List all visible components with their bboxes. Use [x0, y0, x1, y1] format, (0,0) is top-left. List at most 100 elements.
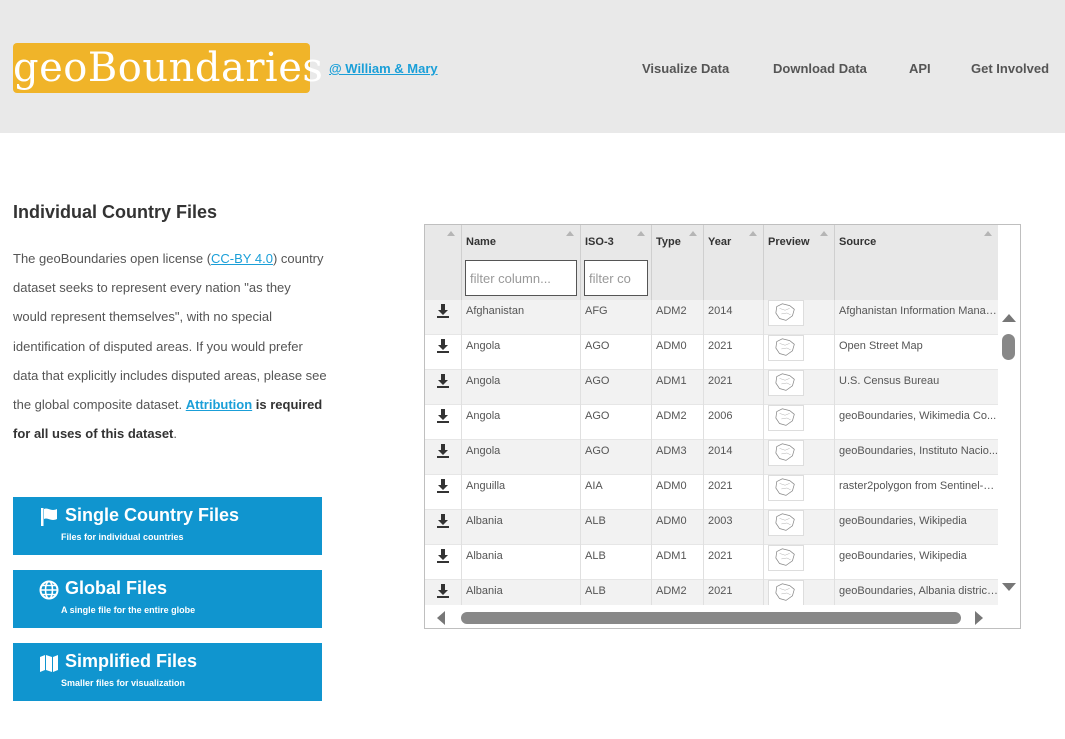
- horizontal-scroll-thumb[interactable]: [461, 612, 961, 624]
- cell-year: 2021: [704, 580, 764, 605]
- cell-source: U.S. Census Bureau: [839, 375, 940, 387]
- preview-thumbnail[interactable]: [768, 335, 804, 361]
- country-files-table: Name ISO-3 Type Year Preview Source Afgh…: [424, 224, 1021, 629]
- scroll-up-icon[interactable]: [1002, 314, 1016, 322]
- header-download-column[interactable]: [425, 225, 462, 300]
- download-icon[interactable]: [437, 584, 449, 598]
- cell-name: Angola: [462, 405, 581, 440]
- preview-cell: [764, 475, 835, 510]
- header-source-label: Source: [839, 236, 877, 248]
- download-cell: [425, 545, 462, 580]
- cell-name: Afghanistan: [462, 300, 581, 335]
- preview-thumbnail[interactable]: [768, 510, 804, 536]
- table-body: Afghanistan AFG ADM2 2014 Afghanistan Inform…: [425, 300, 998, 605]
- flag-icon: [41, 508, 57, 526]
- preview-cell: [764, 335, 835, 370]
- cell-year: 2006: [704, 405, 764, 440]
- site-logo[interactable]: geoBoundaries: [13, 43, 323, 93]
- horizontal-scrollbar[interactable]: [425, 605, 1020, 628]
- cell-source: raster2polygon from Sentinel-2...: [839, 480, 998, 492]
- sort-icon: [689, 231, 697, 236]
- preview-cell: [764, 300, 835, 335]
- license-link[interactable]: CC-BY 4.0: [211, 251, 273, 266]
- cell-iso: ALB: [581, 510, 652, 545]
- cell-year: 2014: [704, 440, 764, 475]
- cell-name: Albania: [462, 580, 581, 605]
- download-icon[interactable]: [437, 514, 449, 528]
- cell-year: 2021: [704, 370, 764, 405]
- william-mary-link[interactable]: @ William & Mary: [329, 61, 438, 76]
- attribution-link[interactable]: Attribution: [186, 397, 252, 412]
- header-preview[interactable]: Preview: [764, 225, 835, 300]
- header-type[interactable]: Type: [652, 225, 704, 300]
- name-filter-input[interactable]: [465, 260, 577, 296]
- preview-thumbnail[interactable]: [768, 545, 804, 571]
- button-subtitle: Files for individual countries: [61, 532, 184, 542]
- scroll-down-icon[interactable]: [1002, 583, 1016, 591]
- cell-year: 2014: [704, 300, 764, 335]
- cell-iso: AGO: [581, 440, 652, 475]
- cell-name: Angola: [462, 335, 581, 370]
- table-row: Albania ALB ADM1 2021 geoBoundaries, Wikiped…: [425, 545, 998, 580]
- scroll-right-icon[interactable]: [975, 611, 983, 625]
- scroll-left-icon[interactable]: [437, 611, 445, 625]
- header-preview-label: Preview: [768, 236, 810, 248]
- header-type-label: Type: [656, 236, 681, 248]
- table-header: Name ISO-3 Type Year Preview Source: [425, 225, 998, 300]
- download-icon[interactable]: [437, 549, 449, 563]
- nav-download-data[interactable]: Download Data: [773, 61, 867, 76]
- cell-type: ADM2: [652, 580, 704, 605]
- iso3-filter-input[interactable]: [584, 260, 648, 296]
- page-title: Individual Country Files: [13, 202, 218, 222]
- preview-thumbnail[interactable]: [768, 405, 804, 431]
- download-icon[interactable]: [437, 339, 449, 353]
- cell-source: geoBoundaries, Albania district...: [839, 585, 998, 597]
- header-source[interactable]: Source: [835, 225, 998, 300]
- nav-get-involved[interactable]: Get Involved: [971, 61, 1049, 76]
- nav-visualize-data[interactable]: Visualize Data: [642, 61, 729, 76]
- dataset-description: The geoBoundaries open license (CC-BY 4.…: [13, 244, 328, 448]
- cell-type: ADM2: [652, 405, 704, 440]
- button-subtitle: Smaller files for visualization: [61, 678, 186, 688]
- download-icon[interactable]: [437, 444, 449, 458]
- sort-icon: [749, 231, 757, 236]
- vertical-scroll-thumb[interactable]: [1002, 334, 1015, 360]
- preview-thumbnail[interactable]: [768, 370, 804, 396]
- header-iso3-label: ISO-3: [585, 236, 614, 248]
- nav-api[interactable]: API: [909, 61, 931, 76]
- download-icon[interactable]: [437, 374, 449, 388]
- header-iso3[interactable]: ISO-3: [581, 225, 652, 300]
- cell-name: Angola: [462, 370, 581, 405]
- cell-name: Angola: [462, 440, 581, 475]
- cell-year: 2021: [704, 335, 764, 370]
- header-year[interactable]: Year: [704, 225, 764, 300]
- cell-type: ADM1: [652, 370, 704, 405]
- simplified-files-button[interactable]: Simplified Files Smaller files for visua…: [13, 643, 322, 701]
- cell-iso: AFG: [581, 300, 652, 335]
- preview-thumbnail[interactable]: [768, 580, 804, 605]
- table-row: Afghanistan AFG ADM2 2014 Afghanistan Inform…: [425, 300, 998, 335]
- table-row: Anguilla AIA ADM0 2021 raster2polygon from S…: [425, 475, 998, 510]
- sort-icon: [984, 231, 992, 236]
- cell-type: ADM2: [652, 300, 704, 335]
- site-header: geoBoundaries @ William & Mary Visualize…: [0, 0, 1065, 133]
- preview-cell: [764, 440, 835, 475]
- download-icon[interactable]: [437, 304, 449, 318]
- cell-source: geoBoundaries, Wikipedia: [839, 515, 967, 527]
- preview-thumbnail[interactable]: [768, 475, 804, 501]
- download-icon[interactable]: [437, 409, 449, 423]
- download-cell: [425, 335, 462, 370]
- sort-icon: [566, 231, 574, 236]
- download-cell: [425, 510, 462, 545]
- preview-thumbnail[interactable]: [768, 440, 804, 466]
- preview-thumbnail[interactable]: [768, 300, 804, 326]
- vertical-scrollbar[interactable]: [998, 300, 1020, 605]
- header-name[interactable]: Name: [462, 225, 581, 300]
- button-title: Global Files: [65, 578, 168, 598]
- cell-type: ADM0: [652, 510, 704, 545]
- global-files-button[interactable]: Global Files A single file for the entir…: [13, 570, 322, 628]
- download-icon[interactable]: [437, 479, 449, 493]
- map-icon: [40, 655, 58, 672]
- cell-type: ADM1: [652, 545, 704, 580]
- single-country-files-button[interactable]: Single Country Files Files for individua…: [13, 497, 322, 555]
